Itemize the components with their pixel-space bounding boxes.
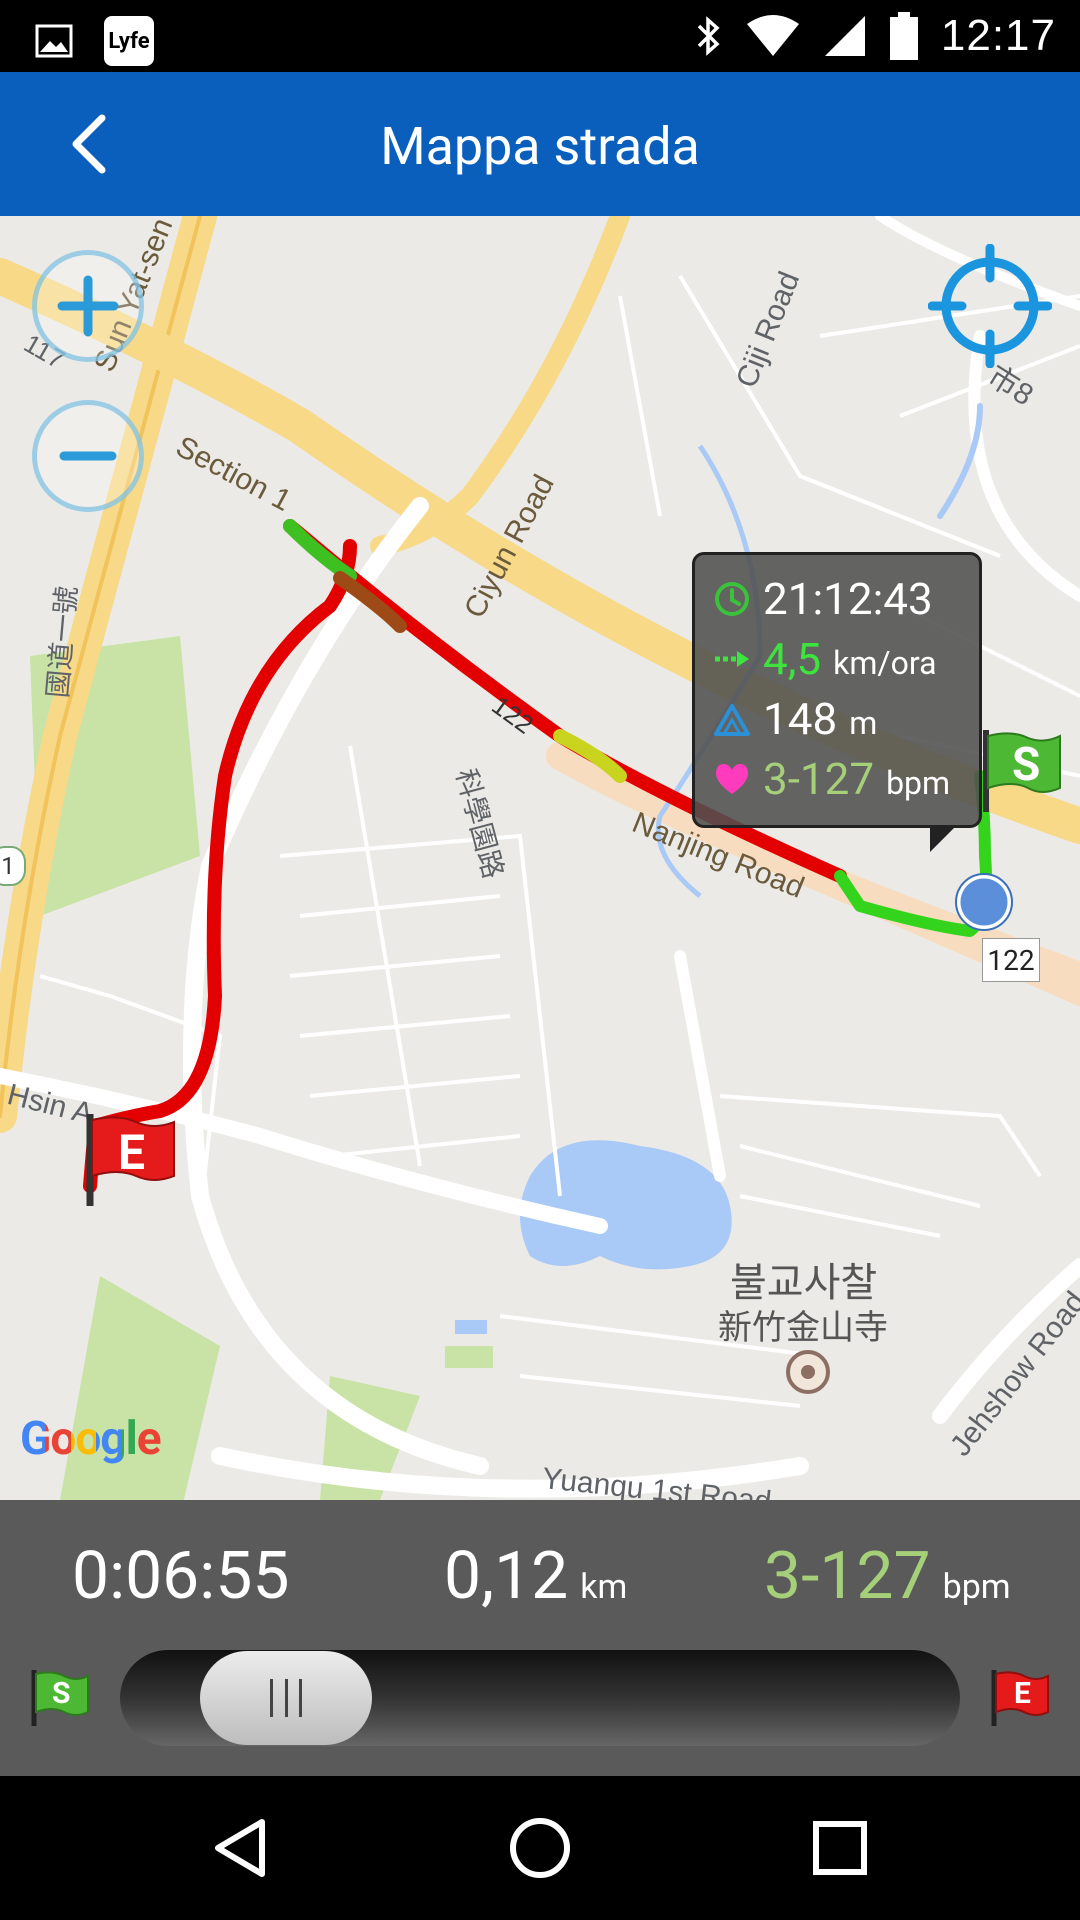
stats-panel: 0:06:55 0,12 km 3-127 bpm S E bbox=[0, 1500, 1080, 1776]
bubble-speed: 4,5 bbox=[763, 633, 822, 685]
minus-icon bbox=[59, 451, 117, 461]
bubble-altitude-unit: m bbox=[849, 704, 878, 742]
crosshair-icon bbox=[927, 243, 1053, 369]
playback-end-letter: E bbox=[1014, 1676, 1031, 1711]
cellular-icon bbox=[824, 16, 865, 56]
image-icon bbox=[35, 24, 73, 58]
end-flag-letter: E bbox=[118, 1124, 145, 1181]
bubble-heart: 3-127 bbox=[763, 753, 875, 805]
bubble-time-row: 21:12:43 bbox=[713, 573, 933, 625]
locate-button[interactable] bbox=[927, 243, 1053, 369]
route-badge-text: 122 bbox=[987, 943, 1035, 977]
track-info-bubble: 21:12:43 4,5 km/ora 148 m 3-127 bpm bbox=[692, 552, 982, 828]
heart-rate-value: 3-127 bbox=[764, 1538, 931, 1615]
route-badge-122: 122 bbox=[982, 938, 1040, 982]
battery-icon bbox=[889, 12, 918, 60]
label-temple-zh: 新竹金山寺 bbox=[718, 1309, 888, 1347]
page-title: Mappa strada bbox=[380, 116, 700, 177]
playback-start-letter: S bbox=[52, 1676, 71, 1711]
grip-icon bbox=[270, 1679, 302, 1717]
playback-slider[interactable] bbox=[120, 1650, 960, 1746]
stat-distance: 0,12 km bbox=[444, 1538, 627, 1615]
map-view[interactable]: Sun Yat-sen Fwy Section 1 Ciyun Road Cij… bbox=[0, 216, 1080, 1500]
bubble-altitude-row: 148 m bbox=[713, 693, 877, 745]
lyfe-app-text: Lyfe bbox=[108, 28, 150, 54]
position-marker bbox=[955, 873, 1013, 931]
bubble-time: 21:12:43 bbox=[763, 573, 933, 625]
small-park bbox=[445, 1346, 493, 1368]
nav-recents-icon bbox=[813, 1821, 867, 1875]
app-bar: Mappa strada bbox=[0, 72, 1080, 216]
zoom-out-button[interactable] bbox=[32, 400, 144, 512]
bubble-speed-row: 4,5 km/ora bbox=[713, 633, 936, 685]
clock-icon bbox=[715, 582, 749, 616]
edge-badge-text: 1 bbox=[1, 852, 15, 880]
heart-icon bbox=[715, 764, 749, 794]
plus-icon bbox=[57, 275, 119, 337]
start-flag: S bbox=[982, 730, 1062, 812]
bluetooth-icon bbox=[697, 16, 720, 56]
pond bbox=[455, 1320, 487, 1334]
status-clock: 12:17 bbox=[940, 11, 1056, 60]
google-logo: Google bbox=[20, 1412, 162, 1466]
nav-home-icon bbox=[510, 1818, 570, 1878]
system-nav-bar bbox=[0, 1776, 1080, 1920]
bubble-tail bbox=[930, 826, 956, 852]
playback-end-flag[interactable]: E bbox=[990, 1670, 1050, 1726]
playback-slider-thumb[interactable] bbox=[200, 1651, 372, 1745]
status-bar: Lyfe 12:17 bbox=[0, 0, 1080, 72]
mountain-icon bbox=[714, 704, 750, 736]
map-base bbox=[0, 216, 1080, 1500]
bubble-heart-unit: bpm bbox=[886, 764, 951, 802]
bubble-altitude: 148 bbox=[763, 693, 838, 745]
end-flag: E bbox=[84, 1114, 176, 1206]
heart-rate-unit: bpm bbox=[942, 1567, 1011, 1607]
bubble-heart-row: 3-127 bpm bbox=[713, 753, 950, 805]
google-logo-text: Google bbox=[20, 1412, 162, 1466]
duration-value: 0:06:55 bbox=[72, 1538, 290, 1615]
lyfe-app-icon: Lyfe bbox=[104, 16, 154, 66]
distance-unit: km bbox=[580, 1567, 628, 1607]
wifi-icon bbox=[746, 15, 799, 56]
distance-value: 0,12 bbox=[444, 1538, 569, 1615]
nav-home-button[interactable] bbox=[504, 1812, 576, 1884]
stat-duration: 0:06:55 bbox=[72, 1538, 289, 1615]
edge-badge: 1 bbox=[0, 846, 26, 886]
nav-back-icon bbox=[215, 1819, 265, 1877]
nav-back-button[interactable] bbox=[204, 1812, 276, 1884]
stat-heart-rate: 3-127 bpm bbox=[764, 1538, 1011, 1615]
speed-arrow-icon bbox=[715, 651, 749, 667]
playback-start-flag[interactable]: S bbox=[30, 1670, 90, 1726]
nav-recents-button[interactable] bbox=[804, 1812, 876, 1884]
zoom-in-button[interactable] bbox=[32, 250, 144, 362]
bubble-speed-unit: km/ora bbox=[833, 644, 937, 682]
start-flag-letter: S bbox=[1012, 738, 1041, 792]
